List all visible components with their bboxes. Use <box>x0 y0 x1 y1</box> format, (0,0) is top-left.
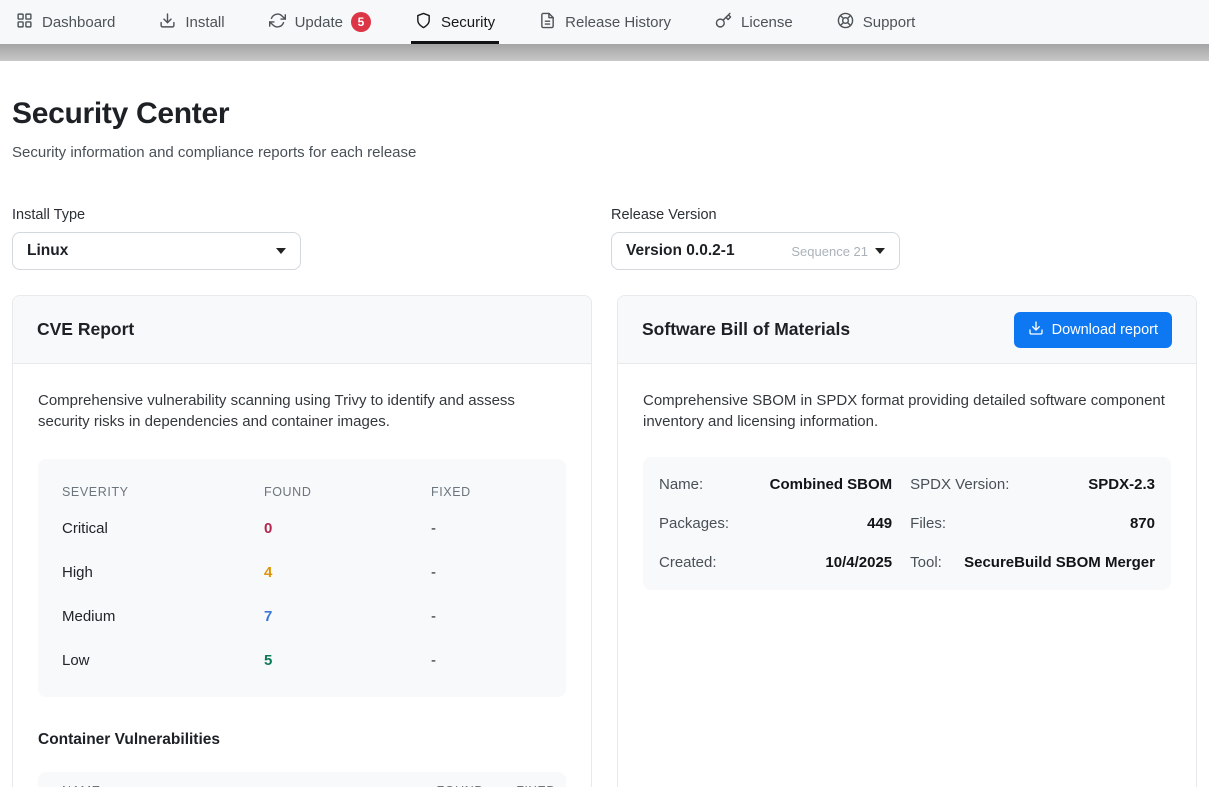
col-header-found: Found <box>264 485 431 499</box>
nav-label: Security <box>441 14 495 31</box>
col-header-fixed: Fixed <box>498 784 556 787</box>
severity-label: High <box>62 564 264 581</box>
sbom-card-header: Software Bill of Materials Download repo… <box>618 296 1196 364</box>
life-buoy-icon <box>837 12 854 33</box>
fixed-count: - <box>431 608 542 625</box>
container-table-header: Name Found Fixed <box>38 772 566 787</box>
install-type-value: Linux <box>27 242 68 260</box>
release-version-value: Version 0.0.2-1 <box>626 242 735 260</box>
download-icon <box>159 12 176 33</box>
nav-label: Install <box>185 14 224 31</box>
cve-card-header: CVE Report <box>13 296 591 364</box>
install-type-filter: Install Type Linux <box>12 207 598 270</box>
table-row-medium: Medium 7 - <box>62 595 542 639</box>
nav-item-update[interactable]: Update 5 <box>269 0 371 44</box>
document-icon <box>539 12 556 33</box>
nav-item-install[interactable]: Install <box>159 0 224 44</box>
nav-item-license[interactable]: License <box>715 0 793 44</box>
severity-table-header: Severity Found Fixed <box>62 469 542 507</box>
nav-item-security[interactable]: Security <box>415 0 495 44</box>
table-row-critical: Critical 0 - <box>62 507 542 551</box>
nav-label: Dashboard <box>42 14 115 31</box>
detail-value: Combined SBOM <box>770 476 893 493</box>
release-version-select[interactable]: Version 0.0.2-1 Sequence 21 <box>611 232 900 270</box>
table-row-low: Low 5 - <box>62 639 542 683</box>
detail-label: Created: <box>659 554 717 571</box>
sbom-card-title: Software Bill of Materials <box>642 319 850 340</box>
page-subtitle: Security information and compliance repo… <box>12 144 1197 161</box>
update-count-badge: 5 <box>351 12 371 32</box>
sbom-description: Comprehensive SBOM in SPDX format provid… <box>643 390 1171 433</box>
col-header-fixed: Fixed <box>431 485 542 499</box>
download-report-label: Download report <box>1052 322 1158 338</box>
col-header-severity: Severity <box>62 485 264 499</box>
shield-icon <box>415 12 432 33</box>
main-content: Security Center Security information and… <box>0 61 1209 787</box>
fixed-count: - <box>431 564 542 581</box>
detail-label: Name: <box>659 476 703 493</box>
nav-item-dashboard[interactable]: Dashboard <box>16 0 115 44</box>
release-version-filter: Release Version Version 0.0.2-1 Sequence… <box>611 207 1197 270</box>
detail-value: 449 <box>867 515 892 532</box>
install-type-label: Install Type <box>12 207 598 223</box>
fixed-count: - <box>431 520 542 537</box>
sbom-detail-created: Created: 10/4/2025 <box>659 554 892 571</box>
refresh-icon <box>269 12 286 33</box>
fixed-count: - <box>431 652 542 669</box>
detail-value: SPDX-2.3 <box>1088 476 1155 493</box>
install-type-select[interactable]: Linux <box>12 232 301 270</box>
nav-label: Update <box>295 14 343 31</box>
cve-card-title: CVE Report <box>37 319 134 340</box>
severity-label: Medium <box>62 608 264 625</box>
col-header-name: Name <box>62 784 412 787</box>
download-report-button[interactable]: Download report <box>1014 312 1172 348</box>
detail-value: 870 <box>1130 515 1155 532</box>
detail-label: Tool: <box>910 554 942 571</box>
nav-label: Support <box>863 14 916 31</box>
key-icon <box>715 12 732 33</box>
found-count: 7 <box>264 608 431 625</box>
detail-label: SPDX Version: <box>910 476 1009 493</box>
found-count: 0 <box>264 520 431 537</box>
sbom-detail-files: Files: 870 <box>910 515 1155 532</box>
release-version-label: Release Version <box>611 207 1197 223</box>
detail-value: SecureBuild SBOM Merger <box>964 554 1155 571</box>
found-count: 5 <box>264 652 431 669</box>
cve-description: Comprehensive vulnerability scanning usi… <box>38 390 566 433</box>
sequence-badge: Sequence 21 <box>791 244 868 259</box>
sbom-card-body: Comprehensive SBOM in SPDX format provid… <box>618 364 1196 616</box>
sbom-detail-name: Name: Combined SBOM <box>659 476 892 493</box>
chevron-down-icon <box>276 248 286 254</box>
container-vulnerabilities-title: Container Vulnerabilities <box>38 731 566 749</box>
nav-shadow-band <box>0 44 1209 61</box>
nav-label: License <box>741 14 793 31</box>
severity-label: Low <box>62 652 264 669</box>
cve-card-body: Comprehensive vulnerability scanning usi… <box>13 364 591 787</box>
nav-item-release-history[interactable]: Release History <box>539 0 671 44</box>
sbom-detail-packages: Packages: 449 <box>659 515 892 532</box>
sbom-detail-tool: Tool: SecureBuild SBOM Merger <box>910 554 1155 571</box>
cards-row: CVE Report Comprehensive vulnerability s… <box>12 295 1197 787</box>
severity-label: Critical <box>62 520 264 537</box>
sbom-card: Software Bill of Materials Download repo… <box>617 295 1197 787</box>
nav-label: Release History <box>565 14 671 31</box>
detail-label: Files: <box>910 515 946 532</box>
detail-value: 10/4/2025 <box>825 554 892 571</box>
found-count: 4 <box>264 564 431 581</box>
dashboard-grid-icon <box>16 12 33 33</box>
page-title: Security Center <box>12 97 1197 131</box>
download-icon <box>1028 320 1044 340</box>
severity-table: Severity Found Fixed Critical 0 - High 4… <box>38 459 566 697</box>
cve-report-card: CVE Report Comprehensive vulnerability s… <box>12 295 592 787</box>
chevron-down-icon <box>875 248 885 254</box>
top-navigation: Dashboard Install Update 5 Security Rele… <box>0 0 1209 44</box>
detail-label: Packages: <box>659 515 729 532</box>
nav-item-support[interactable]: Support <box>837 0 916 44</box>
filters-row: Install Type Linux Release Version Versi… <box>12 207 1197 270</box>
table-row-high: High 4 - <box>62 551 542 595</box>
col-header-found: Found <box>412 784 484 787</box>
sbom-details-grid: Name: Combined SBOM SPDX Version: SPDX-2… <box>643 457 1171 590</box>
sbom-detail-spdx-version: SPDX Version: SPDX-2.3 <box>910 476 1155 493</box>
